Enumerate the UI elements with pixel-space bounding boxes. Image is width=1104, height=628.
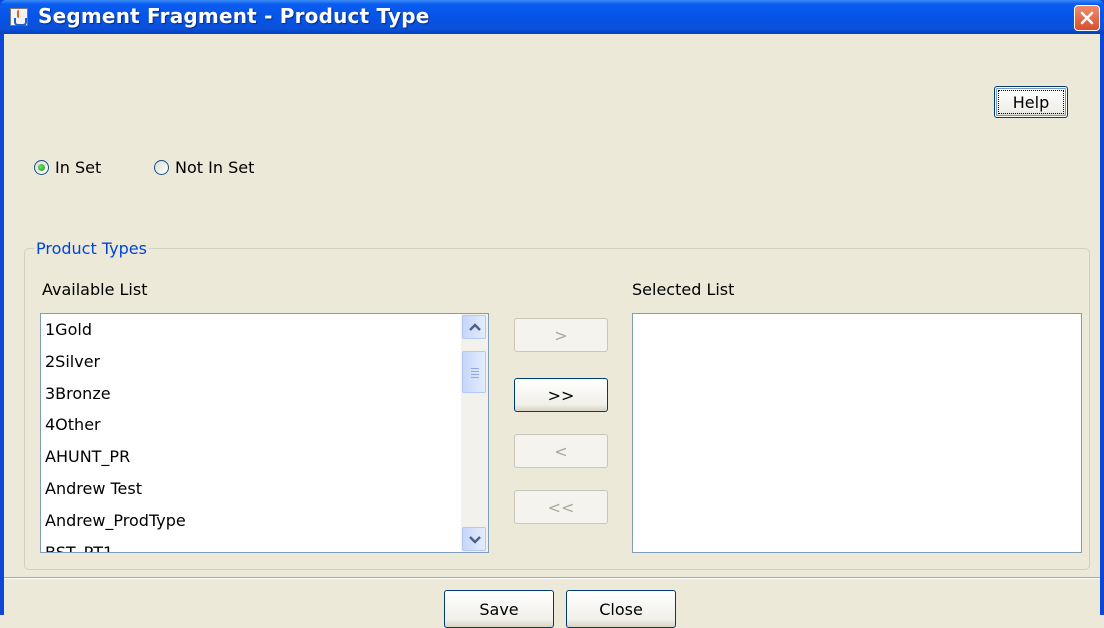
radio-label: Not In Set [175,157,255,177]
dialog-window: Segment Fragment - Product Type Help In … [0,0,1104,628]
list-item[interactable]: Andrew_ProdType [41,505,459,537]
add-all-button[interactable]: >> [514,378,608,412]
list-item[interactable]: 4Other [41,409,459,441]
save-button[interactable]: Save [444,590,554,628]
list-item[interactable]: 3Bronze [41,378,459,410]
radio-label: In Set [55,157,102,177]
scroll-down-button[interactable] [462,527,486,551]
window-title: Segment Fragment - Product Type [38,4,430,28]
list-item[interactable]: BST_PT1 [41,537,459,552]
available-list[interactable]: 1Gold 2Silver 3Bronze 4Other AHUNT_PR An… [40,313,489,553]
vertical-scrollbar[interactable] [461,314,488,552]
remove-selected-button[interactable]: < [514,434,608,468]
list-item[interactable]: 2Silver [41,346,459,378]
selected-list[interactable] [632,313,1082,553]
dialog-content: Help In Set Not In Set Product Types Ava… [4,34,1100,628]
remove-all-button[interactable]: << [514,490,608,524]
list-item[interactable]: Andrew Test [41,473,459,505]
title-bar[interactable]: Segment Fragment - Product Type [0,0,1104,34]
list-item[interactable]: 1Gold [41,314,459,346]
close-icon [1080,11,1094,25]
scroll-up-button[interactable] [462,315,486,339]
list-item[interactable]: AHUNT_PR [41,441,459,473]
radio-not-in-set[interactable]: Not In Set [154,155,254,179]
close-button[interactable]: Close [566,590,676,628]
radio-circle[interactable] [154,159,169,175]
group-title: Product Types [34,239,149,258]
help-button[interactable]: Help [994,86,1068,118]
chevron-up-icon [469,323,481,331]
footer-divider-highlight [4,578,1100,579]
available-list-label: Available List [42,280,148,299]
radio-circle[interactable] [34,159,49,175]
window-close-button[interactable] [1074,5,1100,31]
add-selected-button[interactable]: > [514,318,608,352]
selected-list-label: Selected List [632,280,735,299]
chevron-down-icon [469,536,481,544]
java-cup-icon [10,8,28,26]
radio-in-set[interactable]: In Set [34,155,101,179]
scroll-thumb[interactable] [462,351,486,393]
